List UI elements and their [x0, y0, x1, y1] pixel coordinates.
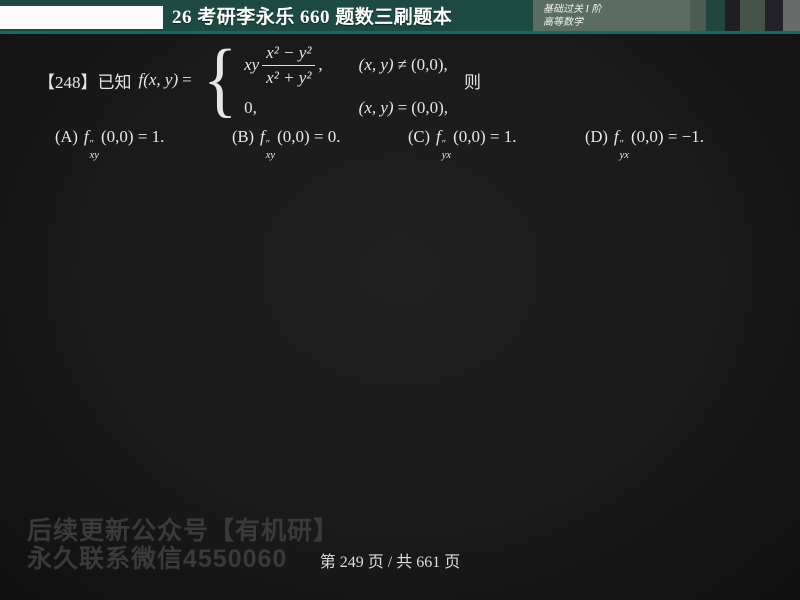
option-b: (B) f ″ xy (0,0) = 0. [232, 127, 340, 161]
option-value: (0,0) = 0. [277, 127, 341, 146]
stage-line2: 高等数学 [543, 17, 583, 28]
problem-number: 【248】 [38, 72, 98, 92]
piecewise-cases: xy x² − y² x² + y² , (x, y) ≠ (0,0), 0, … [244, 43, 448, 118]
decor-stripe [765, 0, 783, 31]
option-function: f [436, 127, 441, 146]
decor-stripe [740, 0, 765, 31]
partial-vars: xy [89, 150, 99, 162]
derivative-marks: ″ yx [620, 139, 629, 161]
logo-placeholder [0, 6, 163, 29]
double-prime: ″ [441, 139, 447, 150]
derivative-marks: ″ xy [90, 139, 99, 161]
case1-expression: xy x² − y² x² + y² , [244, 43, 323, 88]
fraction-denominator: x² + y² [266, 67, 312, 87]
case2-value: 0, [244, 97, 257, 117]
page-number: 第 249 页 / 共 661 页 [319, 554, 461, 571]
option-c: (C) f ″ yx (0,0) = 1. [408, 127, 516, 161]
option-value: (0,0) = 1. [453, 127, 517, 146]
case1-condition-relation: ≠ [397, 55, 407, 74]
double-prime: ″ [89, 139, 95, 150]
function-lhs: f(x, y) [138, 70, 179, 89]
case1-condition-vars: (x, y) [358, 55, 394, 74]
option-label: (C) [408, 127, 430, 146]
derivative-marks: ″ xy [266, 139, 275, 161]
case2-condition: (x, y) = (0,0), [359, 98, 448, 118]
decor-stripe [725, 0, 740, 31]
partial-vars: xy [265, 150, 276, 162]
piecewise-brace: { [202, 33, 238, 126]
option-d: (D) f ″ yx (0,0) = −1. [585, 127, 704, 161]
case1-coefficient: xy [244, 55, 260, 74]
option-label: (D) [585, 127, 608, 146]
decor-stripe [783, 0, 800, 31]
case1-comma: , [318, 55, 323, 74]
case2-condition-relation: = [397, 97, 408, 117]
option-function: f [83, 127, 89, 146]
double-prime: ″ [619, 139, 625, 150]
decor-stripe [690, 0, 706, 31]
stage-line1: 基础过关 I 阶 [543, 4, 602, 15]
decor-stripe [706, 0, 725, 31]
header-bar: 26 考研李永乐 660 题数三刷题本 基础过关 I 阶 高等数学 [0, 0, 800, 34]
fraction-numerator: x² − y² [262, 43, 316, 66]
book-title: 26 考研李永乐 660 题数三刷题本 [172, 7, 453, 28]
case2-condition-value: (0,0), [411, 97, 449, 117]
derivative-marks: ″ yx [442, 139, 451, 161]
problem-intro: 已知 [97, 72, 132, 92]
stage-panel: 基础过关 I 阶 高等数学 [533, 0, 690, 31]
equals-sign: = [182, 70, 192, 89]
option-label: (B) [232, 127, 254, 146]
book-page: 26 考研李永乐 660 题数三刷题本 基础过关 I 阶 高等数学 【248】 … [0, 0, 800, 600]
case1-condition: (x, y) ≠ (0,0), [359, 55, 448, 75]
answer-options: (A) f ″ xy (0,0) = 1. (B) f ″ xy (0,0) = 0. (C) f… [0, 127, 800, 161]
case1-fraction: x² − y² x² + y² [262, 43, 316, 88]
option-value: (0,0) = 1. [100, 127, 165, 146]
option-a: (A) f ″ xy (0,0) = 1. [55, 127, 164, 161]
watermark-line1: 后续更新公众号【有机研】 [27, 517, 340, 545]
case2-expression: 0, [244, 98, 323, 118]
partial-vars: yx [619, 150, 629, 162]
case1-condition-value: (0,0), [410, 55, 448, 74]
option-function: f [613, 127, 619, 146]
option-function: f [260, 127, 265, 146]
option-value: (0,0) = −1. [630, 127, 704, 146]
partial-vars: yx [441, 150, 452, 162]
problem-suffix: 则 [464, 72, 482, 92]
problem-statement: 【248】 已知 f(x, y) = { xy x² − y² x² + y² … [38, 38, 778, 122]
double-prime: ″ [265, 139, 271, 150]
header-accent-line [0, 31, 800, 34]
case2-condition-vars: (x, y) [358, 97, 394, 117]
option-label: (A) [55, 127, 78, 146]
